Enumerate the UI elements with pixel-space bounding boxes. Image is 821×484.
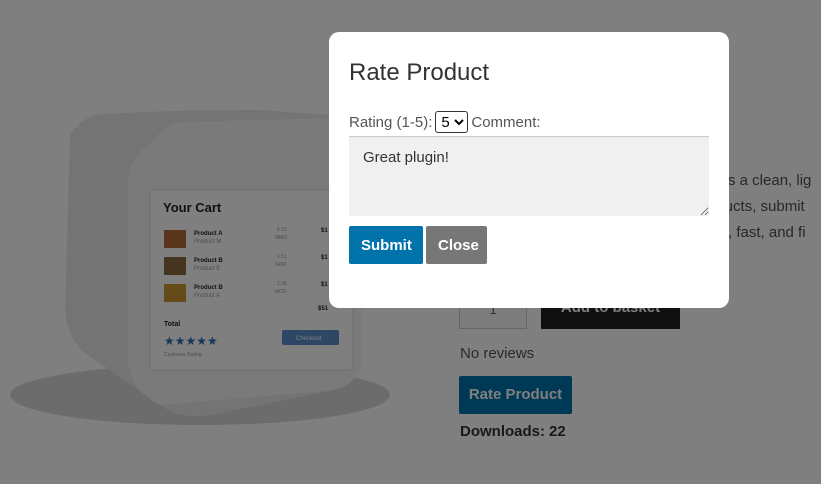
submit-button[interactable]: Submit — [349, 226, 423, 264]
close-button[interactable]: Close — [426, 226, 487, 264]
comment-textarea[interactable] — [349, 136, 709, 216]
rating-row: Rating (1-5): 12345 Comment: — [349, 110, 709, 134]
comment-label: Comment: — [471, 113, 541, 131]
rating-label: Rating (1-5): — [349, 113, 433, 131]
dialog-title: Rate Product — [349, 59, 490, 86]
dialog-actions: Submit Close — [349, 226, 709, 264]
rate-product-dialog: Rate Product Rating (1-5): 12345 Comment… — [329, 32, 729, 308]
rating-select[interactable]: 12345 — [435, 111, 469, 133]
